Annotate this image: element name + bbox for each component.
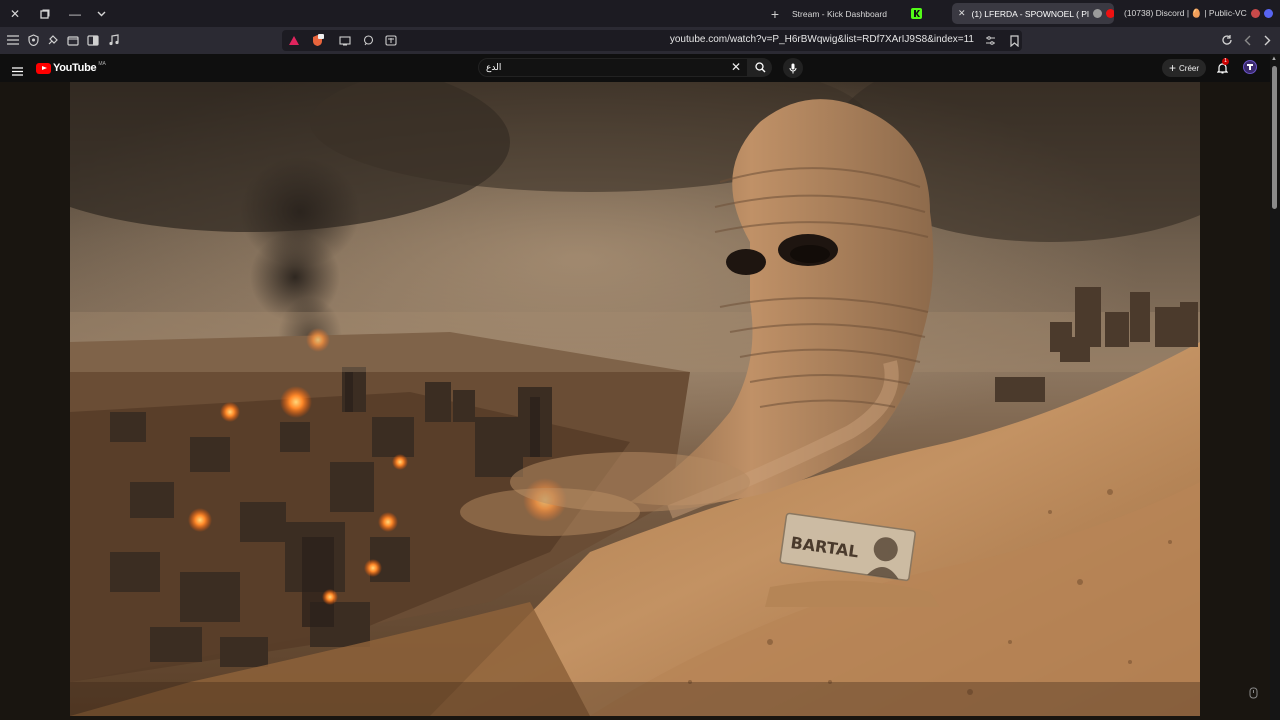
shield-icon[interactable] xyxy=(25,32,41,48)
tab-groups-icon[interactable] xyxy=(65,32,81,48)
tab-title: (1) LFERDA - SPOWNOEL ( Pl xyxy=(971,8,1089,19)
aria-triangle-icon[interactable] xyxy=(286,33,302,48)
sandstorm-thumbnail: BARTAL xyxy=(70,82,1200,716)
audio-playing-icon[interactable] xyxy=(1092,9,1102,18)
scrollbar-thumb[interactable] xyxy=(1272,66,1277,209)
restore-window-icon[interactable] xyxy=(30,0,60,27)
search-input[interactable]: الدع ✕ xyxy=(478,58,748,77)
tab-youtube-lferda[interactable]: ✕ (1) LFERDA - SPOWNOEL ( Pl xyxy=(952,3,1114,24)
create-button[interactable]: + Créer xyxy=(1162,59,1206,77)
search-icon xyxy=(754,62,765,73)
back-icon[interactable] xyxy=(1239,32,1255,48)
browser-toolbar: youtube.com/watch?v=P_H6rBWqwig&list=RDf… xyxy=(0,27,1280,54)
microphone-icon xyxy=(789,63,797,73)
page-scrollbar[interactable]: ▲ xyxy=(1270,54,1280,720)
youtube-masthead: YouTube MA الدع ✕ + Créer 1 xyxy=(0,54,1280,82)
avatar[interactable] xyxy=(1243,60,1257,74)
new-tab-button[interactable]: + xyxy=(766,0,784,27)
discord-icon xyxy=(1263,9,1273,18)
accessibility-icon[interactable] xyxy=(1246,686,1260,700)
address-bar[interactable]: youtube.com/watch?v=P_H6rBWqwig&list=RDf… xyxy=(282,30,1022,51)
video-player[interactable]: BARTAL xyxy=(0,82,1270,720)
youtube-play-icon xyxy=(36,62,51,74)
country-code: MA xyxy=(98,61,106,67)
tab-discord[interactable]: (10738) Discord | 🥚 | Public-VC xyxy=(1118,3,1274,24)
recording-icon xyxy=(1250,9,1260,18)
forward-icon[interactable] xyxy=(1259,32,1275,48)
voice-search-button[interactable] xyxy=(783,58,803,78)
scroll-up-arrow-icon[interactable]: ▲ xyxy=(1271,56,1277,62)
browser-tab-strip: ✕ — + Stream - Kick Dashboard ✕ (1) LFER… xyxy=(0,0,1280,27)
brave-shield-badge-icon[interactable] xyxy=(309,33,325,48)
reload-icon[interactable] xyxy=(1219,32,1235,48)
sidebar-icon[interactable] xyxy=(85,32,101,48)
plus-icon: + xyxy=(1168,61,1176,75)
guide-menu-icon[interactable] xyxy=(12,63,23,81)
clear-search-icon[interactable]: ✕ xyxy=(731,60,741,74)
url-text[interactable]: youtube.com/watch?v=P_H6rBWqwig&list=RDf… xyxy=(670,34,974,45)
tab-kick-dashboard[interactable]: Stream - Kick Dashboard xyxy=(786,3,928,24)
chat-bubble-icon[interactable] xyxy=(360,33,376,48)
tab-title: Stream - Kick Dashboard xyxy=(792,8,887,19)
create-label: Créer xyxy=(1179,63,1200,73)
site-settings-icon[interactable] xyxy=(982,33,998,48)
tab-title: (10738) Discord | 🥚 | Public-VC xyxy=(1124,8,1247,18)
bookmark-icon[interactable] xyxy=(1006,33,1022,48)
youtube-wordmark: YouTube xyxy=(53,62,97,74)
search-button[interactable] xyxy=(748,58,772,77)
youtube-logo[interactable]: YouTube MA xyxy=(36,61,106,74)
kick-icon xyxy=(911,8,922,19)
menu-icon[interactable] xyxy=(5,32,21,48)
cast-screen-icon[interactable] xyxy=(337,33,353,48)
translate-icon[interactable] xyxy=(383,33,399,48)
extensions-icon[interactable] xyxy=(45,32,61,48)
music-note-icon[interactable] xyxy=(105,32,121,48)
close-window-icon[interactable]: ✕ xyxy=(0,0,30,27)
search-query[interactable]: الدع xyxy=(486,62,501,73)
notification-count-badge: 1 xyxy=(1222,58,1229,65)
youtube-icon xyxy=(1105,9,1114,18)
tab-list-chevron-icon[interactable] xyxy=(86,0,116,27)
close-tab-icon[interactable]: ✕ xyxy=(958,8,966,19)
